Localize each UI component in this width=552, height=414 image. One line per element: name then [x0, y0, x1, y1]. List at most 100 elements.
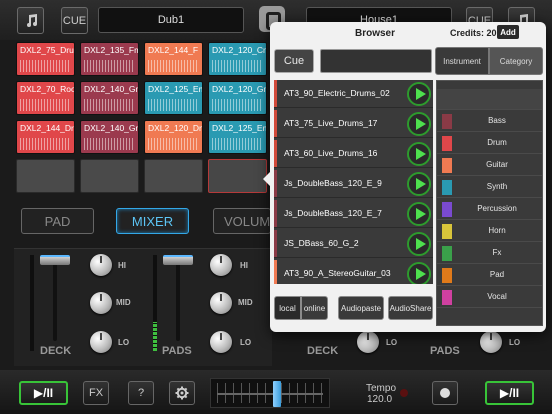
file-row[interactable]: AT3_90_Electric_Drums_02 — [274, 80, 433, 108]
pad-6[interactable]: DXL2_140_Gm — [80, 81, 139, 115]
pads-hi-label: HI — [240, 261, 248, 270]
preview-play-icon[interactable] — [407, 112, 431, 136]
pads-channel-label: PADS — [162, 345, 192, 357]
file-row[interactable]: AT3_90_A_StereoGuitar_03 — [274, 260, 433, 284]
category-horn[interactable]: Horn — [437, 221, 542, 242]
category-guitar[interactable]: Guitar — [437, 155, 542, 176]
pads-meter-fill — [153, 322, 157, 351]
pad-11[interactable]: DXL2_120_Dm — [144, 120, 203, 154]
add-credits-button[interactable]: Add — [497, 25, 519, 39]
browser-title: Browser — [354, 28, 395, 39]
play-pause-left-button[interactable]: ▶/II — [19, 381, 68, 405]
pads-lo-label: LO — [240, 338, 252, 347]
source-online-button[interactable]: online — [301, 296, 328, 320]
tempo-label: Tempo — [366, 383, 397, 394]
settings-button[interactable] — [169, 381, 195, 405]
right-pads-lo-label: LO — [509, 338, 521, 347]
file-list: AT3_90_Electric_Drums_02 AT3_75_Live_Dru… — [274, 80, 433, 284]
category-vocal[interactable]: Vocal — [437, 287, 542, 308]
pads-mid-label: MID — [238, 298, 253, 307]
tempo-value[interactable]: 120.0 — [367, 394, 392, 405]
pad-9[interactable]: DXL2_144_Dru — [16, 120, 75, 154]
pad-14-empty[interactable] — [80, 159, 139, 193]
record-indicator-icon — [400, 389, 408, 397]
right-pads-channel-label: PADS — [430, 345, 460, 357]
deck-lo-label: LO — [118, 338, 130, 347]
category-fx[interactable]: Fx — [437, 243, 542, 264]
segment-instrument[interactable]: Instrument — [435, 47, 489, 75]
right-deck-lo-knob[interactable] — [357, 331, 379, 353]
pad-12[interactable]: DXL2_125_Em — [208, 120, 267, 154]
pad-13-empty[interactable] — [16, 159, 75, 193]
audiopaste-button[interactable]: Audiopaste — [338, 296, 384, 320]
cue-left-button[interactable]: CUE — [61, 7, 88, 34]
preview-play-icon[interactable] — [407, 172, 431, 196]
preview-play-icon[interactable] — [407, 202, 431, 226]
credits-label: Credits: 20 — [450, 28, 497, 38]
category-drum[interactable]: Drum — [437, 133, 542, 154]
tab-mixer[interactable]: MIXER — [116, 208, 189, 234]
pad-grid: DXL2_75_Dru DXL2_135_Fm DXL2_144_F DXL2_… — [14, 40, 272, 198]
pads-mid-knob[interactable] — [210, 292, 232, 314]
play-pause-right-button[interactable]: ▶/II — [485, 381, 534, 405]
tab-volume[interactable]: VOLUME — [213, 208, 271, 234]
crossfader[interactable] — [210, 378, 330, 408]
record-icon — [440, 388, 450, 398]
category-pad[interactable]: Pad — [437, 265, 542, 286]
deck-fader-track[interactable] — [53, 255, 57, 341]
category-bass[interactable]: Bass — [437, 111, 542, 132]
pad-16-selected[interactable] — [208, 159, 267, 193]
file-row[interactable]: AT3_75_Live_Drums_17 — [274, 110, 433, 138]
browser-popover: Browser Credits: 20 Add Cue Instrument C… — [263, 22, 546, 332]
category-percussion[interactable]: Percussion — [437, 199, 542, 220]
audioshare-button[interactable]: AudioShare — [388, 296, 433, 320]
pad-1[interactable]: DXL2_75_Dru — [16, 42, 75, 76]
pad-2[interactable]: DXL2_135_Fm — [80, 42, 139, 76]
preview-play-icon[interactable] — [407, 232, 431, 256]
category-synth[interactable]: Synth — [437, 177, 542, 198]
pads-level-meter — [153, 255, 157, 351]
segment-category[interactable]: Category — [489, 47, 543, 75]
pad-10[interactable]: DXL2_140_Gm — [80, 120, 139, 154]
deck-fader-handle[interactable] — [40, 255, 70, 265]
gear-icon — [175, 386, 189, 400]
pads-fader-track[interactable] — [176, 255, 180, 341]
pads-hi-knob[interactable] — [210, 254, 232, 276]
file-row[interactable]: Js_DoubleBass_120_E_9 — [274, 170, 433, 198]
pad-4[interactable]: DXL2_120_Cm — [208, 42, 267, 76]
preview-play-icon[interactable] — [407, 142, 431, 166]
file-row[interactable]: AT3_60_Live_Drums_16 — [274, 140, 433, 168]
right-pads-lo-knob[interactable] — [480, 331, 502, 353]
music-library-icon[interactable] — [17, 7, 44, 34]
tab-pad[interactable]: PAD — [21, 208, 94, 234]
pads-fader-handle[interactable] — [163, 255, 193, 265]
deck-a-title[interactable]: Dub1 — [98, 7, 244, 33]
preview-play-icon[interactable] — [407, 82, 431, 106]
crossfader-handle[interactable] — [273, 381, 281, 407]
file-row[interactable]: JS_DBass_60_G_2 — [274, 230, 433, 258]
fx-button[interactable]: FX — [83, 381, 109, 405]
category-list: Bass Drum Guitar Synth Percussion Horn F… — [436, 80, 543, 326]
pad-7[interactable]: DXL2_125_Em — [144, 81, 203, 115]
help-button[interactable]: ? — [128, 381, 154, 405]
crossfader-track — [217, 393, 323, 395]
right-deck-lo-label: LO — [386, 338, 398, 347]
browser-search-field[interactable] — [320, 49, 432, 73]
preview-play-icon[interactable] — [407, 262, 431, 284]
right-deck-channel-label: DECK — [307, 345, 339, 357]
category-header-row[interactable] — [437, 89, 542, 110]
source-local-button[interactable]: local — [274, 296, 301, 320]
pad-8[interactable]: DXL2_120_Gm — [208, 81, 267, 115]
pads-lo-knob[interactable] — [210, 331, 232, 353]
pad-5[interactable]: DXL2_70_Root — [16, 81, 75, 115]
deck-lo-knob[interactable] — [90, 331, 112, 353]
deck-hi-knob[interactable] — [90, 254, 112, 276]
pad-15-empty[interactable] — [144, 159, 203, 193]
deck-channel-label: DECK — [40, 345, 72, 357]
file-row[interactable]: Js_DoubleBass_120_E_7 — [274, 200, 433, 228]
deck-mid-knob[interactable] — [90, 292, 112, 314]
pad-3[interactable]: DXL2_144_F — [144, 42, 203, 76]
deck-mid-label: MID — [116, 298, 131, 307]
browser-cue-button[interactable]: Cue — [274, 49, 314, 73]
record-button[interactable] — [432, 381, 458, 405]
